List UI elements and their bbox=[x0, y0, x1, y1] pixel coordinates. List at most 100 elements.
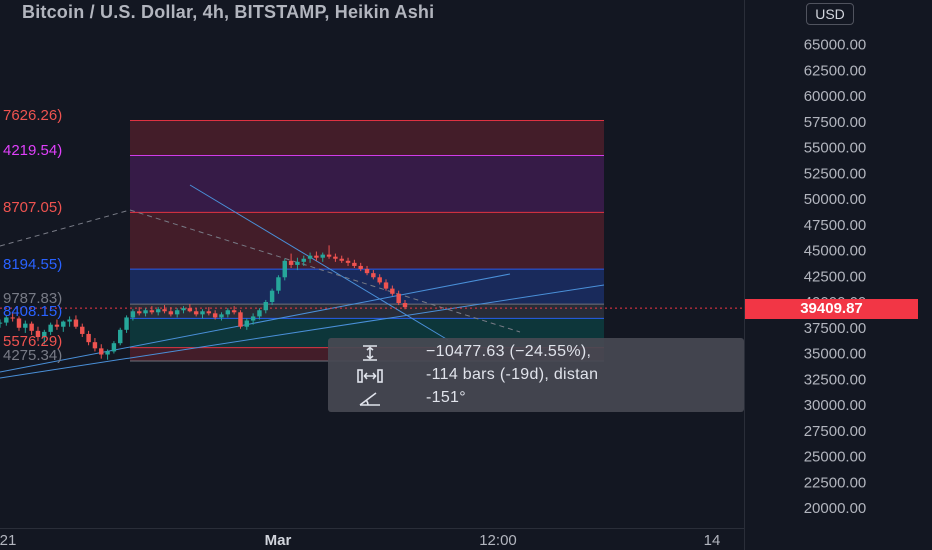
candle-body bbox=[364, 269, 370, 274]
price-tick-label: 55000.00 bbox=[804, 140, 867, 157]
price-tick-label: 25000.00 bbox=[804, 449, 867, 466]
candle-body bbox=[244, 320, 250, 327]
candle-body bbox=[238, 312, 243, 327]
fib-zone bbox=[130, 120, 604, 156]
fibonacci-retracement[interactable] bbox=[130, 119, 604, 362]
chart-canvas[interactable]: 20000.00 22500.00 25000.00 27500.00 30000.00… bbox=[0, 0, 932, 550]
candle-body bbox=[383, 282, 389, 289]
price-tick-label: 52500.00 bbox=[804, 165, 867, 182]
price-tick-label: 32500.00 bbox=[804, 371, 867, 388]
candle-body bbox=[396, 293, 401, 304]
price-tick-label: 22500.00 bbox=[804, 474, 867, 491]
time-tick-label: 14 bbox=[704, 532, 721, 549]
price-tick-label: 35000.00 bbox=[804, 346, 867, 363]
chart-area[interactable]: 20000.00 22500.00 25000.00 27500.00 30000.00… bbox=[0, 0, 932, 550]
candle-body bbox=[282, 260, 287, 278]
candle-body bbox=[181, 308, 186, 311]
measure-bar-range: -114 bars (-19d), distan bbox=[426, 366, 599, 383]
chart-title: Bitcoin / U.S. Dollar, 4h, BITSTAMP, Hei… bbox=[22, 2, 435, 22]
measure-row-angle: -151° bbox=[328, 388, 744, 410]
candle-body bbox=[307, 255, 313, 259]
fib-price-label: 7626.26) bbox=[3, 107, 62, 124]
candle-body bbox=[371, 273, 376, 278]
price-tick-label: 42500.00 bbox=[804, 268, 867, 285]
fib-zone bbox=[130, 155, 604, 213]
candle-body bbox=[118, 329, 123, 344]
candle-body bbox=[212, 313, 218, 318]
fib-price-label: 4219.54) bbox=[3, 142, 62, 159]
candle-body bbox=[200, 311, 205, 315]
candle-body bbox=[225, 310, 231, 315]
candle-body bbox=[162, 309, 167, 312]
last-price-tag: 39409.87 bbox=[745, 299, 918, 319]
price-tick-label: 47500.00 bbox=[804, 217, 867, 234]
candle-body bbox=[54, 324, 60, 327]
fib-price-label: 8408.15) bbox=[3, 303, 62, 320]
candle-body bbox=[301, 258, 306, 262]
candle-body bbox=[29, 323, 34, 331]
candle-body bbox=[61, 321, 66, 327]
candle-body bbox=[257, 310, 262, 317]
candle-body bbox=[105, 351, 110, 355]
measure-row-bars: -114 bars (-19d), distan bbox=[328, 365, 744, 387]
candle-body bbox=[377, 277, 382, 283]
candle-body bbox=[80, 326, 85, 334]
currency-button[interactable]: USD bbox=[806, 3, 854, 25]
price-tick-label: 20000.00 bbox=[804, 500, 867, 517]
candle-body bbox=[67, 319, 72, 322]
candle-body bbox=[352, 262, 357, 266]
measure-tooltip: −10477.63 (−24.55%), -114 bars (-19d), d… bbox=[328, 338, 744, 412]
candle-body bbox=[143, 310, 148, 314]
price-axis[interactable]: 20000.00 22500.00 25000.00 27500.00 30000.00… bbox=[745, 0, 932, 550]
price-tick-label: 30000.00 bbox=[804, 397, 867, 414]
angle-icon bbox=[359, 392, 380, 406]
candle-body bbox=[92, 342, 98, 349]
candle-body bbox=[48, 324, 53, 332]
price-tick-label: 62500.00 bbox=[804, 62, 867, 79]
measure-price-range: −10477.63 (−24.55%), bbox=[426, 343, 592, 360]
candle-body bbox=[314, 255, 319, 258]
fib-price-label: 8194.55) bbox=[3, 256, 62, 273]
candle-body bbox=[0, 322, 3, 324]
time-axis[interactable]: 21 Mar 12:00 14 bbox=[0, 532, 720, 549]
candle-body bbox=[130, 311, 136, 318]
candle-body bbox=[320, 254, 325, 258]
time-tick-label: 21 bbox=[0, 532, 16, 549]
fib-zone bbox=[130, 212, 604, 270]
measure-row-price: −10477.63 (−24.55%), bbox=[328, 342, 744, 364]
candle-body bbox=[137, 311, 142, 314]
price-tick-label: 65000.00 bbox=[804, 37, 867, 54]
candle-body bbox=[168, 311, 174, 315]
candle-body bbox=[219, 314, 224, 318]
candle-body bbox=[402, 303, 408, 308]
candle-body bbox=[231, 310, 237, 313]
candle-body bbox=[124, 317, 129, 330]
candle-body bbox=[333, 256, 338, 259]
candle-body bbox=[187, 308, 193, 312]
horizontal-measure-icon bbox=[357, 369, 383, 383]
price-tick-label: 27500.00 bbox=[804, 423, 867, 440]
price-tick-label: 60000.00 bbox=[804, 88, 867, 105]
vertical-measure-icon bbox=[363, 345, 377, 361]
fib-price-label: 4275.34) bbox=[3, 347, 62, 364]
candle-body bbox=[174, 310, 180, 315]
candle-body bbox=[73, 319, 79, 327]
candle-body bbox=[23, 323, 28, 328]
candle-body bbox=[269, 290, 275, 302]
candle-body bbox=[206, 311, 212, 314]
candle-body bbox=[99, 348, 104, 355]
price-tick-label: 50000.00 bbox=[804, 191, 867, 208]
time-tick-label: Mar bbox=[265, 532, 292, 549]
candle-body bbox=[390, 288, 395, 294]
candle-body bbox=[149, 310, 155, 313]
candle-body bbox=[155, 309, 161, 313]
candle-body bbox=[250, 316, 256, 321]
price-tick-label: 37500.00 bbox=[804, 320, 867, 337]
candle-body bbox=[358, 265, 363, 270]
candle-body bbox=[263, 302, 268, 311]
price-tick-label: 45000.00 bbox=[804, 243, 867, 260]
measure-angle: -151° bbox=[426, 389, 466, 406]
candle-body bbox=[111, 343, 117, 352]
candle-body bbox=[193, 311, 199, 315]
candle-body bbox=[339, 258, 344, 261]
